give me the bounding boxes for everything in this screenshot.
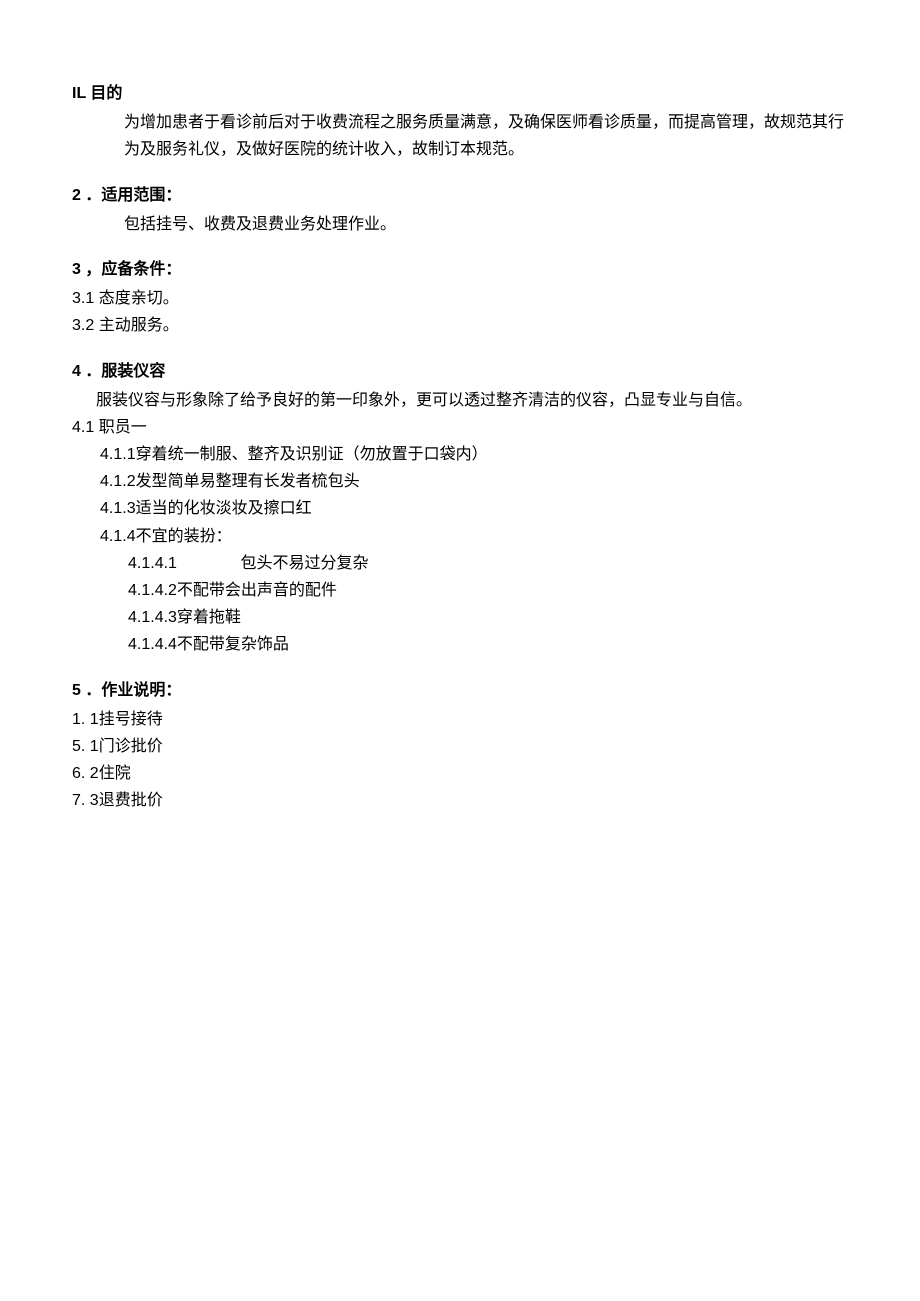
section-5-item-3: 6. 2住院 [72, 760, 848, 787]
section-5-heading: 5 ．作业说明： [72, 677, 848, 704]
section-4-item-1-4-4: 4.1.4.4不配带复杂饰品 [72, 631, 848, 658]
section-2-heading: 2 ．适用范围： [72, 182, 848, 209]
section-4-heading: 4 ．服装仪容 [72, 358, 848, 385]
section-4-item-1-3: 4.1.3适当的化妆淡妆及擦口红 [72, 495, 848, 522]
section-4-body: 服装仪容与形象除了给予良好的第一印象外，更可以透过整齐清洁的仪容，凸显专业与自信… [72, 387, 848, 414]
section-4-item-1: 4.1 职员一 [72, 414, 848, 441]
item-text: 包头不易过分复杂 [240, 555, 368, 572]
section-3-item-1: 3.1 态度亲切。 [72, 285, 848, 312]
section-4-item-1-4-3: 4.1.4.3穿着拖鞋 [72, 604, 848, 631]
section-4-item-1-1: 4.1.1穿着统一制服、整齐及识别证（勿放置于口袋内） [72, 441, 848, 468]
section-4-item-1-4: 4.1.4不宜的装扮： [72, 523, 848, 550]
document-page: IL 目的 为增加患者于看诊前后对于收费流程之服务质量满意，及确保医师看诊质量，… [0, 0, 920, 875]
section-1-body: 为增加患者于看诊前后对于收费流程之服务质量满意，及确保医师看诊质量，而提高管理，… [72, 109, 848, 163]
item-number: 4.1.4.1 [128, 550, 236, 577]
section-5-item-2: 5. 1门诊批价 [72, 733, 848, 760]
section-1-heading: IL 目的 [72, 80, 848, 107]
section-5-item-1: 1. 1挂号接待 [72, 706, 848, 733]
section-2-body: 包括挂号、收费及退费业务处理作业。 [72, 211, 848, 238]
section-3-heading: 3 ，应备条件： [72, 256, 848, 283]
section-3-item-2: 3.2 主动服务。 [72, 312, 848, 339]
section-4-item-1-2: 4.1.2发型简单易整理有长发者梳包头 [72, 468, 848, 495]
section-4-item-1-4-1: 4.1.4.1 包头不易过分复杂 [72, 550, 848, 577]
section-5-item-4: 7. 3退费批价 [72, 787, 848, 814]
section-4-item-1-4-2: 4.1.4.2不配带会出声音的配件 [72, 577, 848, 604]
